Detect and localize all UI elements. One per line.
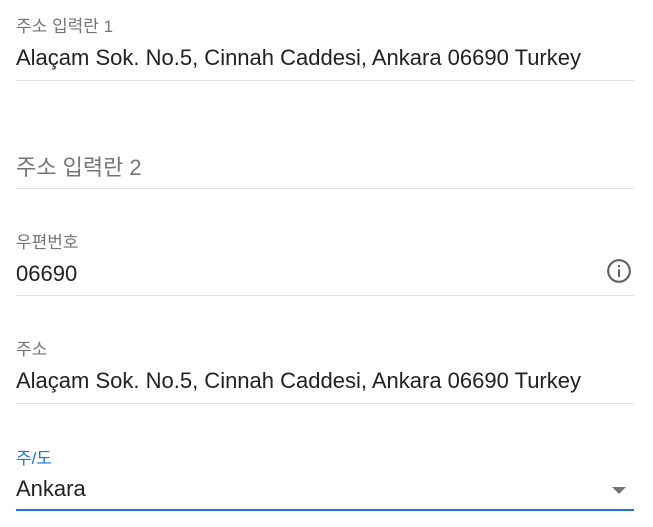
state-select[interactable]: 주/도 Ankara xyxy=(16,403,634,511)
address-line1-field[interactable]: 주소 입력란 1 Alaçam Sok. No.5, Cinnah Caddes… xyxy=(16,0,634,81)
address-line1-label: 주소 입력란 1 xyxy=(16,17,114,36)
address-label: 주소 xyxy=(16,340,48,359)
address-field[interactable]: 주소 Alaçam Sok. No.5, Cinnah Caddesi, Ank… xyxy=(16,295,634,404)
address-line1-value[interactable]: Alaçam Sok. No.5, Cinnah Caddesi, Ankara… xyxy=(16,45,581,71)
chevron-down-icon[interactable] xyxy=(612,487,626,494)
address-value[interactable]: Alaçam Sok. No.5, Cinnah Caddesi, Ankara… xyxy=(16,368,581,394)
postal-code-field[interactable]: 우편번호 06690 xyxy=(16,188,634,296)
postal-code-value[interactable]: 06690 xyxy=(16,261,77,287)
address-line2-field[interactable]: 주소 입력란 2 xyxy=(16,80,634,189)
info-icon[interactable] xyxy=(606,258,632,284)
state-value[interactable]: Ankara xyxy=(16,476,86,502)
postal-code-label: 우편번호 xyxy=(16,233,79,252)
state-label: 주/도 xyxy=(16,449,53,468)
address-form: 주소 입력란 1 Alaçam Sok. No.5, Cinnah Caddes… xyxy=(0,0,653,527)
address-line2-placeholder[interactable]: 주소 입력란 2 xyxy=(16,150,142,182)
